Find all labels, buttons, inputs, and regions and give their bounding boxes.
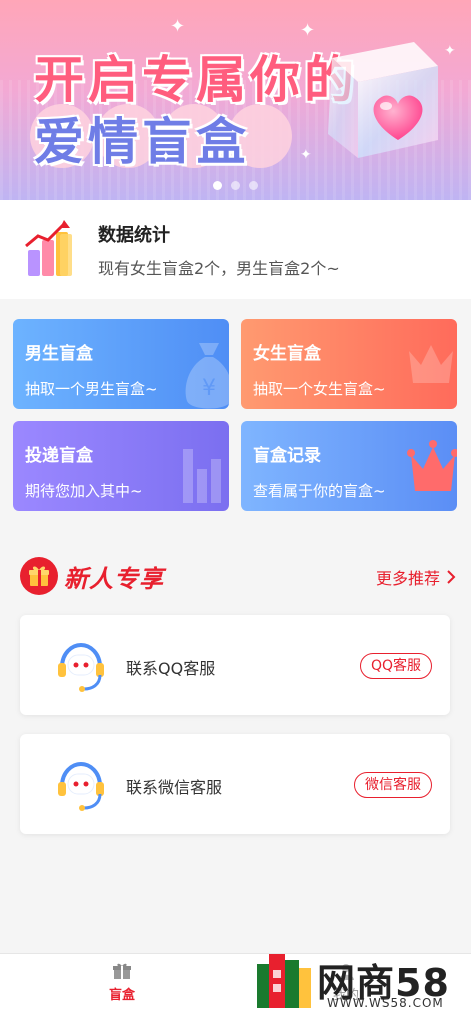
gift-icon xyxy=(20,557,58,595)
watermark-logo xyxy=(257,954,311,1008)
banner-carousel[interactable]: 开启专属你的 爱情盲盒 ✦ ✦ ✦ ✦ ✦ xyxy=(0,0,471,200)
newbie-title: 新人专享 xyxy=(64,565,164,593)
carousel-dot[interactable] xyxy=(213,181,222,190)
bar-chart-icon xyxy=(25,219,72,276)
watermark-url: WWW.WS58.COM xyxy=(327,996,444,1010)
newbie-section-header: 新人专享 更多推荐 xyxy=(20,555,456,595)
sparkle-icon: ✦ xyxy=(170,16,186,37)
money-bag-icon: ¥ xyxy=(185,343,229,409)
stats-subtitle: 现有女生盲盒2个，男生盲盒2个~ xyxy=(98,258,340,278)
bar-chart-icon xyxy=(183,449,221,503)
carousel-dot[interactable] xyxy=(231,181,240,190)
carousel-dot[interactable] xyxy=(249,181,258,190)
sparkle-icon: ✦ xyxy=(444,43,456,59)
female-blindbox-card[interactable]: 女生盲盒 抽取一个女生盲盒~ xyxy=(241,319,457,409)
stats-panel: 数据统计 现有女生盲盒2个，男生盲盒2个~ xyxy=(0,200,471,299)
banner-headline-2: 爱情盲盒 xyxy=(34,113,250,171)
headset-icon xyxy=(58,761,104,811)
more-label: 更多推荐 xyxy=(375,569,440,588)
carousel-indicators xyxy=(0,181,471,190)
svg-text:¥: ¥ xyxy=(202,376,216,401)
blindbox-record-card[interactable]: 盲盒记录 查看属于你的盲盒~ xyxy=(241,421,457,511)
watermark: 网商58 WWW.WS58.COM xyxy=(253,950,463,1012)
stats-title: 数据统计 xyxy=(98,224,170,246)
male-blindbox-card[interactable]: 男生盲盒 抽取一个男生盲盒~ ¥ xyxy=(13,319,229,409)
qq-service-card[interactable]: 联系QQ客服 QQ客服 xyxy=(20,615,450,715)
more-recommend-link[interactable]: 更多推荐 xyxy=(376,565,456,589)
crown-icon xyxy=(407,440,457,491)
qq-service-button[interactable]: QQ客服 xyxy=(359,653,432,679)
gift-icon xyxy=(113,963,131,979)
submit-blindbox-card[interactable]: 投递盲盒 期待您加入其中~ xyxy=(13,421,229,511)
sparkle-icon: ✦ xyxy=(300,20,316,41)
heart-cube-illustration xyxy=(328,42,438,158)
sparkle-icon: ✦ xyxy=(160,149,172,165)
headset-icon xyxy=(58,642,104,692)
service-label: 联系微信客服 xyxy=(126,778,223,797)
sparkle-icon: ✦ xyxy=(300,147,312,163)
wechat-service-button[interactable]: 微信客服 xyxy=(354,772,432,798)
crown-icon xyxy=(409,345,453,383)
chevron-right-icon xyxy=(447,570,456,584)
wechat-service-card[interactable]: 联系微信客服 微信客服 xyxy=(20,734,450,834)
service-label: 联系QQ客服 xyxy=(126,659,216,678)
tab-label: 盲盒 xyxy=(108,988,135,1003)
tab-blindbox[interactable]: 盲盒 xyxy=(82,962,162,1003)
